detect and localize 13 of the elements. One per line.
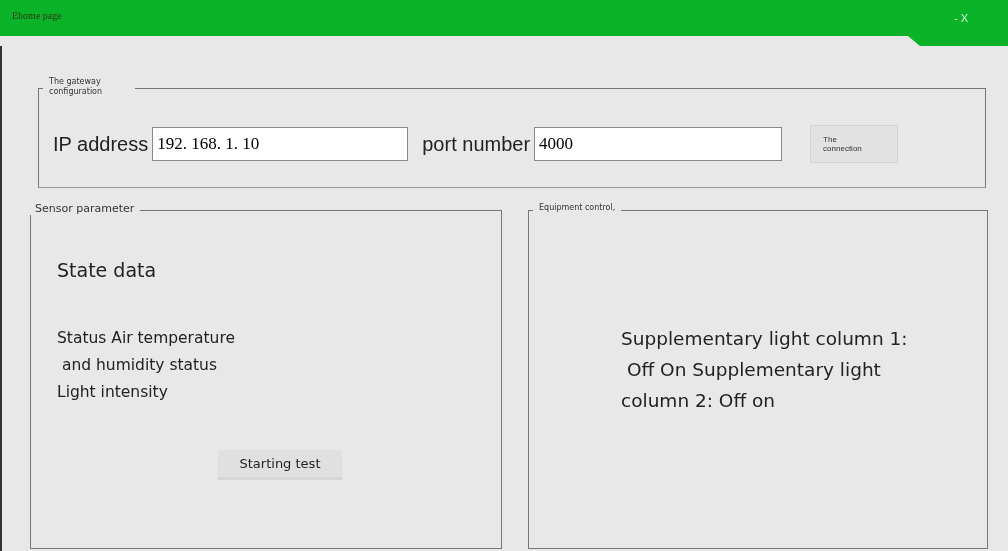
group-legend: Sensor parameter bbox=[29, 202, 141, 216]
port-field[interactable]: 4000 bbox=[534, 127, 783, 161]
connection-button[interactable]: The connection bbox=[810, 125, 899, 163]
state-heading: State data bbox=[57, 259, 158, 281]
port-label: port number bbox=[422, 132, 531, 156]
ip-label: IP address bbox=[53, 132, 149, 156]
start-test-button[interactable]: Starting test bbox=[218, 450, 342, 480]
light-status-text: Supplementary light column 1: Off On Supplementary light column 2: Off on bbox=[621, 327, 909, 413]
group-legend: Equipment control, bbox=[533, 203, 622, 213]
ip-field[interactable]: 192. 168. 1. 10 bbox=[152, 127, 409, 161]
window-title: Ehome page bbox=[11, 9, 62, 21]
status-text: Status Air temperature and humidity status Light intensity bbox=[57, 328, 236, 403]
group-legend: The gateway configuration bbox=[43, 77, 135, 97]
